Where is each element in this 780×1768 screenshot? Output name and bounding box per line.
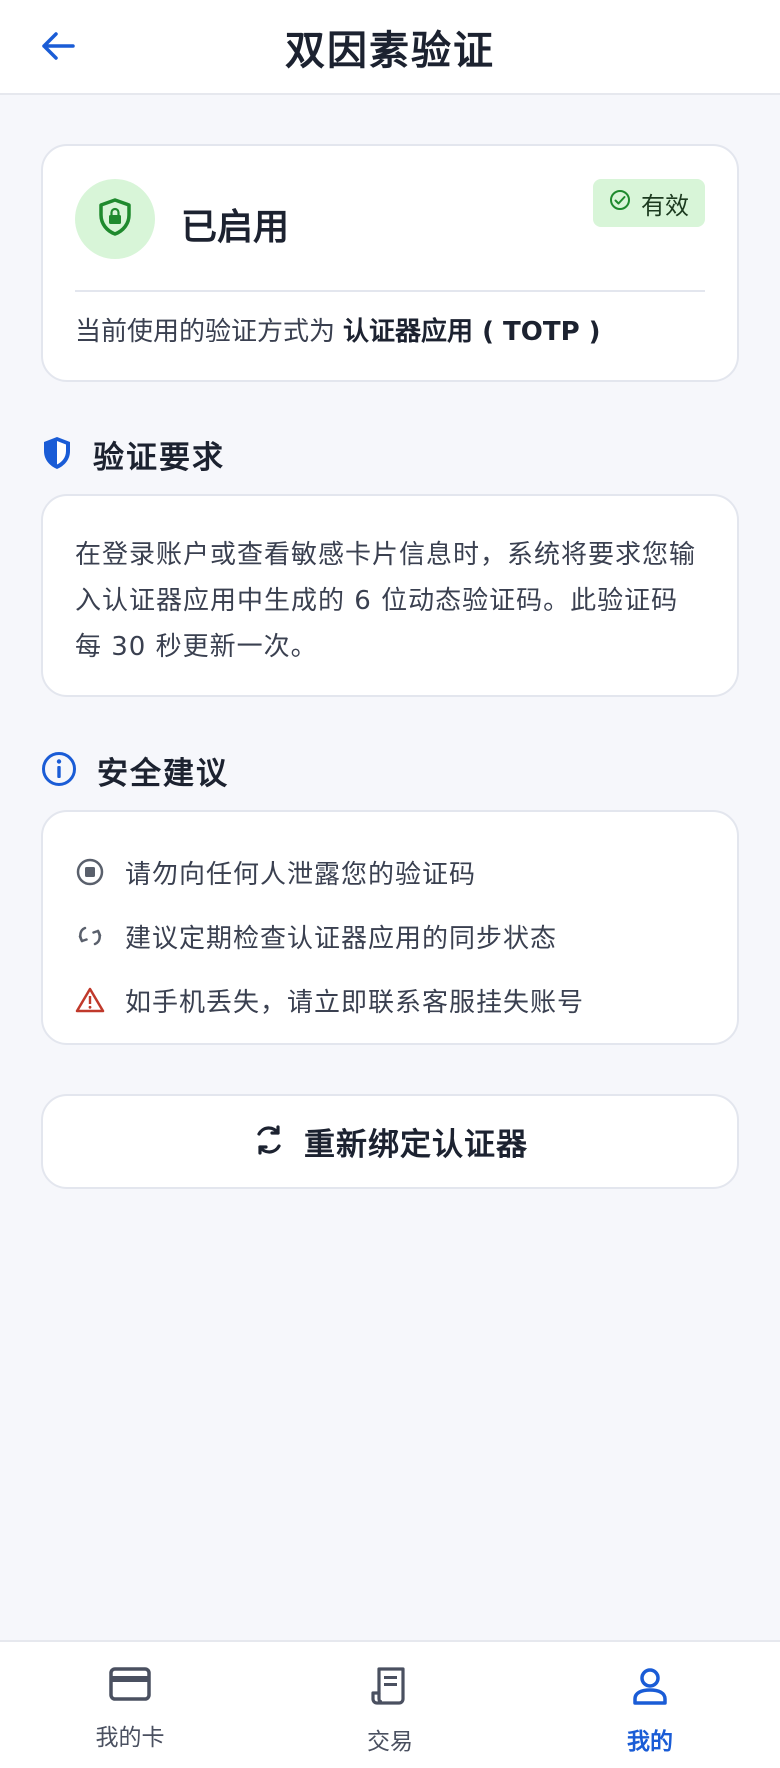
nav-item-transactions[interactable]: 交易 xyxy=(260,1642,520,1768)
stop-icon xyxy=(75,857,105,887)
shield-half-icon xyxy=(41,435,73,475)
method-value: 认证器应用 ( TOTP ) xyxy=(343,317,601,347)
method-prefix: 当前使用的验证方式为 xyxy=(75,317,336,347)
list-item: 如手机丢失，请立即联系客服挂失账号 xyxy=(75,968,705,1032)
nav-item-my-cards[interactable]: 我的卡 xyxy=(0,1642,260,1768)
tips-heading: 安全建议 xyxy=(41,748,229,793)
nav-item-profile[interactable]: 我的 xyxy=(520,1642,780,1768)
method-line: 当前使用的验证方式为 认证器应用 ( TOTP ) xyxy=(75,310,601,354)
nav-label: 交易 xyxy=(367,1729,413,1755)
nav-label: 我的 xyxy=(627,1729,673,1755)
shield-lock-icon xyxy=(98,198,132,240)
tips-card: 请勿向任何人泄露您的验证码 建议定期检查认证器应用的同步状态 如手机丢失，请立即… xyxy=(41,810,739,1045)
tip-text: 请勿向任何人泄露您的验证码 xyxy=(125,859,477,890)
check-circle-icon xyxy=(609,189,631,217)
page-title: 双因素验证 xyxy=(285,27,495,74)
status-card: 已启用 有效 当前使用的验证方式为 认证器应用 ( TOTP ) xyxy=(41,144,739,382)
status-title: 已启用 xyxy=(181,207,290,248)
nav-label: 我的卡 xyxy=(95,1725,165,1751)
card-icon xyxy=(109,1666,151,1706)
list-item: 请勿向任何人泄露您的验证码 xyxy=(75,840,705,904)
app-header: 双因素验证 xyxy=(0,0,780,95)
refresh-icon xyxy=(252,1122,286,1162)
warning-icon xyxy=(75,985,105,1015)
requirement-text: 在登录账户或查看敏感卡片信息时，系统将要求您输入认证器应用中生成的 6 位动态验… xyxy=(75,540,697,662)
requirement-card: 在登录账户或查看敏感卡片信息时，系统将要求您输入认证器应用中生成的 6 位动态验… xyxy=(41,494,739,697)
list-item: 建议定期检查认证器应用的同步状态 xyxy=(75,904,705,968)
rebind-authenticator-button[interactable]: 重新绑定认证器 xyxy=(41,1094,739,1189)
requirement-heading: 验证要求 xyxy=(41,432,225,477)
back-button[interactable] xyxy=(36,26,80,70)
status-badge-label: 有效 xyxy=(641,191,689,220)
arrow-left-icon xyxy=(40,30,76,66)
bottom-nav: 我的卡 交易 我的 xyxy=(0,1640,780,1768)
rebind-label: 重新绑定认证器 xyxy=(304,1127,528,1163)
tip-text: 建议定期检查认证器应用的同步状态 xyxy=(125,923,558,954)
tip-text: 如手机丢失，请立即联系客服挂失账号 xyxy=(125,987,585,1018)
tips-heading-label: 安全建议 xyxy=(97,756,229,792)
info-icon xyxy=(41,751,77,791)
status-badge: 有效 xyxy=(593,179,705,227)
requirement-heading-label: 验证要求 xyxy=(93,440,225,476)
user-icon xyxy=(631,1666,669,1710)
receipt-icon xyxy=(371,1666,409,1710)
divider xyxy=(75,290,705,292)
sync-icon xyxy=(75,921,105,951)
status-icon-circle xyxy=(75,179,155,259)
